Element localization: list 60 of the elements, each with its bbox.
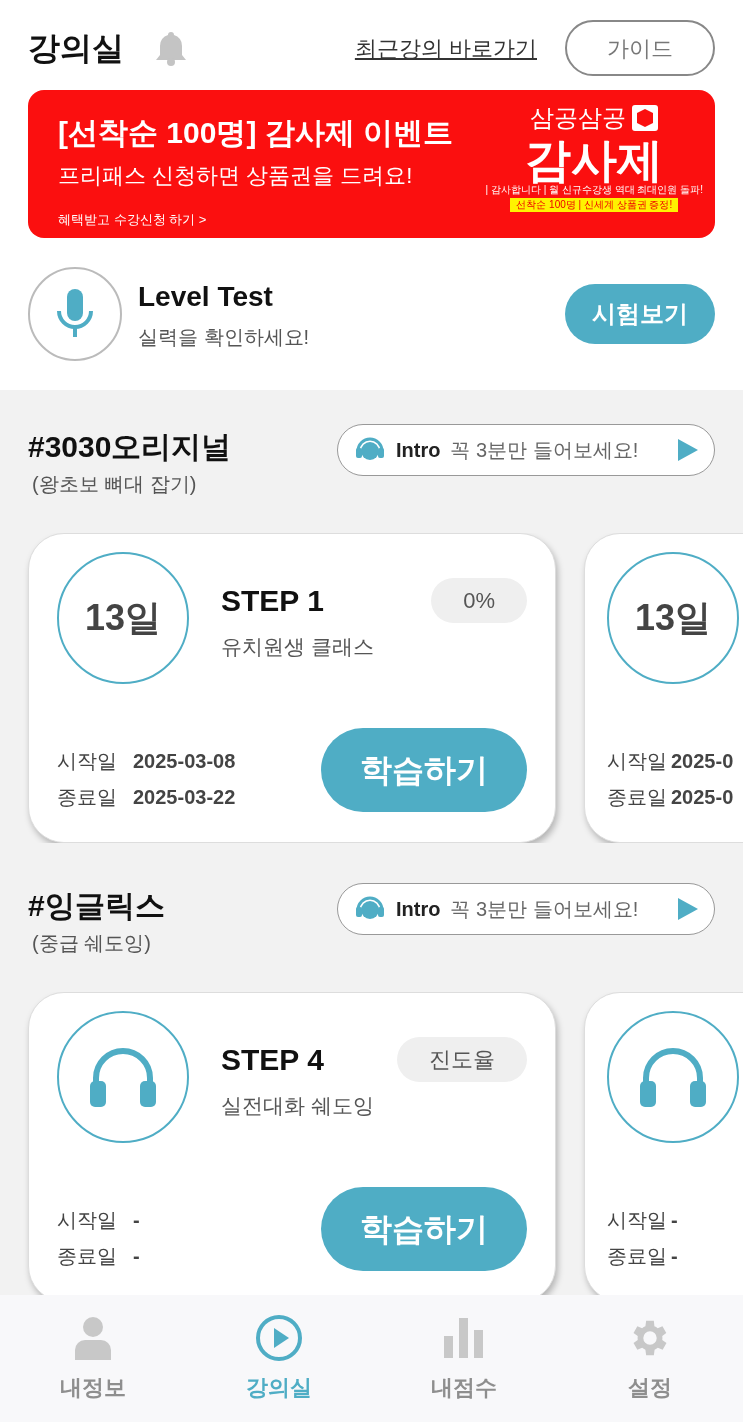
start-date: 2025-03-08: [133, 749, 236, 774]
study-button[interactable]: 학습하기: [321, 728, 527, 812]
days-count: 13일: [634, 596, 711, 640]
end-date: 2025-0: [671, 785, 734, 810]
days-count: 13일: [84, 596, 161, 640]
start-date: -: [133, 1208, 140, 1233]
level-test-title: Level Test: [138, 280, 274, 314]
course-subtitle: (중급 쉐도잉): [32, 931, 152, 956]
play-triangle-icon: [678, 898, 698, 920]
headphones-icon: [638, 1045, 708, 1109]
intro-button[interactable]: Intro 꼭 3분만 들어보세요!: [337, 883, 715, 935]
cube-icon: [632, 105, 659, 131]
end-label: 종료일: [57, 785, 117, 810]
nav-tab[interactable]: 강의실: [185, 1313, 372, 1404]
study-button[interactable]: 학습하기: [321, 1187, 527, 1271]
end-label: 종료일: [607, 785, 667, 810]
bell-icon[interactable]: [154, 30, 188, 66]
banner-subline: 프리패스 신청하면 상품권을 드려요!: [58, 162, 414, 190]
banner-tag: 선착순 100명 | 신세계 상품권 증정!: [510, 198, 679, 212]
course-title: #잉글릭스: [28, 888, 165, 924]
play-icon: [254, 1314, 303, 1362]
end-label: 종료일: [57, 1244, 117, 1269]
end-label: 종료일: [607, 1244, 667, 1269]
level-test-subtitle: 실력을 확인하세요!: [138, 325, 310, 350]
banner-cta: 혜택받고 수강신청 하기 >: [58, 211, 208, 229]
banner-note: | 감사합니다 | 월 신규수강생 역대 최대인원 돌파!: [485, 184, 703, 196]
play-triangle-icon: [678, 439, 698, 461]
recent-lecture-link[interactable]: 최근강의 바로가기: [354, 31, 537, 65]
microphone-icon: [55, 289, 95, 339]
guide-button[interactable]: 가이드: [565, 20, 715, 76]
start-label: 시작일: [57, 1208, 117, 1233]
nav-tab[interactable]: 설정: [557, 1313, 743, 1404]
start-label: 시작일: [607, 749, 667, 774]
event-banner[interactable]: [선착순 100명] 감사제 이벤트 프리패스 신청하면 상품권을 드려요! 혜택받고 수강신청 하기 > 삼공삼공 감사제 | 감사합니다 | 월 신규수강생 역대 최대인원 돌파! 선착순 100명 | 신세계 상품권 증정!: [28, 90, 715, 238]
end-date: -: [133, 1244, 140, 1269]
start-label: 시작일: [607, 1208, 667, 1233]
end-date: 2025-03-22: [133, 785, 236, 810]
progress-badge: 0%: [431, 578, 527, 623]
end-date: -: [671, 1244, 678, 1269]
banner-headline: [선착순 100명] 감사제 이벤트: [58, 115, 454, 151]
bar-chart-icon: [444, 1318, 485, 1358]
progress-badge: 진도율: [397, 1037, 527, 1082]
page-title: 강의실: [28, 29, 124, 68]
step-title: STEP 4: [221, 1042, 324, 1078]
class-name: 유치원생 클래스: [221, 634, 375, 660]
nav-tab[interactable]: 내정보: [0, 1313, 186, 1404]
banner-brand: 삼공삼공: [530, 103, 627, 133]
course-subtitle: (왕초보 뼈대 잡기): [32, 472, 198, 497]
intro-button[interactable]: Intro 꼭 3분만 들어보세요!: [337, 424, 715, 476]
course-title: #3030오리지널: [28, 429, 232, 465]
start-date: -: [671, 1208, 678, 1233]
person-icon: [72, 1316, 113, 1360]
start-label: 시작일: [57, 749, 117, 774]
start-date: 2025-0: [671, 749, 734, 774]
take-test-button[interactable]: 시험보기: [565, 284, 715, 344]
step-title: STEP 1: [221, 583, 324, 619]
class-name: 실전대화 쉐도잉: [221, 1093, 375, 1119]
nav-tab[interactable]: 내점수: [371, 1313, 558, 1404]
banner-event-title: 감사제: [525, 136, 664, 184]
headphones-icon: [88, 1045, 158, 1109]
